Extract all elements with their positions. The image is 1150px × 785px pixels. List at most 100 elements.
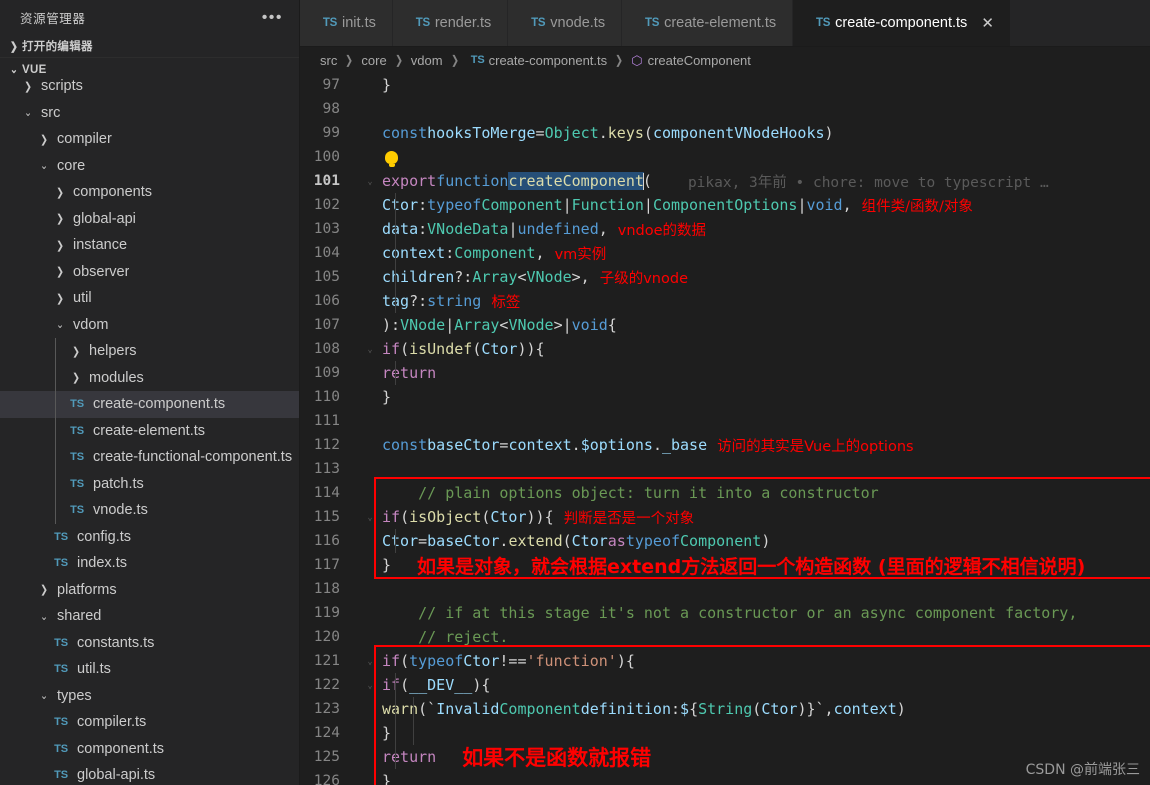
folder-item-modules[interactable]: ❯ modules xyxy=(0,365,299,392)
line-number: 120 xyxy=(313,629,340,645)
indent-guide xyxy=(395,529,396,553)
code-line-102[interactable]: 102 Ctor: typeof Component | Function | … xyxy=(300,193,1150,217)
lightbulb-icon[interactable] xyxy=(385,150,398,167)
file-item-component-ts[interactable]: TS component.ts xyxy=(0,736,299,763)
tab-create-component-ts[interactable]: TS create-component.ts ✕ xyxy=(793,0,1011,46)
typescript-file-icon: TS xyxy=(70,477,84,490)
indent-guide xyxy=(395,673,396,769)
folder-item-helpers[interactable]: ❯ helpers xyxy=(0,338,299,365)
folder-item-compiler[interactable]: ❯ compiler xyxy=(0,126,299,153)
code-line-121[interactable]: 121 ⌄ if (typeof Ctor !== 'function') { xyxy=(300,649,1150,673)
file-item-config-ts[interactable]: TS config.ts xyxy=(0,524,299,551)
code-line-110[interactable]: 110 } xyxy=(300,385,1150,409)
code-editor[interactable]: 97 } 98 99 const hooksToMerge = Object. key… xyxy=(300,73,1150,785)
fold-chevron-icon[interactable]: ⌄ xyxy=(364,656,377,667)
code-line-113[interactable]: 113 xyxy=(300,457,1150,481)
file-item-create-functional-component-ts[interactable]: TS create-functional-component.ts xyxy=(0,444,299,471)
code-line-105[interactable]: 105 children?: Array < VNode >, 子级的vnode xyxy=(300,265,1150,289)
tab-vnode-ts[interactable]: TS vnode.ts xyxy=(508,0,623,46)
file-item-compiler-ts[interactable]: TS compiler.ts xyxy=(0,709,299,736)
breadcrumb-separator-icon: ❯ xyxy=(450,53,459,67)
typescript-file-icon: TS xyxy=(54,636,68,649)
selected-symbol: createComponent xyxy=(508,172,644,190)
code-line-97[interactable]: 97 } xyxy=(300,73,1150,97)
line-number: 98 xyxy=(322,101,340,117)
folder-item-shared[interactable]: ⌄ shared xyxy=(0,603,299,630)
breadcrumb-item-createComponent[interactable]: ⬡ createComponent xyxy=(631,53,751,68)
fold-chevron-icon[interactable]: ⌄ xyxy=(364,680,377,691)
breadcrumb-item-core[interactable]: core xyxy=(361,53,386,68)
code-text: Ctor = baseCtor. extend(Ctor as typeof Co… xyxy=(382,532,771,550)
code-line-98[interactable]: 98 xyxy=(300,97,1150,121)
code-line-107[interactable]: 107 ): VNode | Array < VNode > | void { xyxy=(300,313,1150,337)
code-line-116[interactable]: 116 Ctor = baseCtor. extend(Ctor as typeo… xyxy=(300,529,1150,553)
file-item-constants-ts[interactable]: TS constants.ts xyxy=(0,630,299,657)
breadcrumb-item-src[interactable]: src xyxy=(320,53,337,68)
folder-item-vdom[interactable]: ⌄ vdom xyxy=(0,312,299,339)
code-line-120[interactable]: 120 // reject. xyxy=(300,625,1150,649)
chevron-down-icon: ⌄ xyxy=(24,107,32,120)
code-line-108[interactable]: 108 ⌄ if (isUndef(Ctor)) { xyxy=(300,337,1150,361)
code-line-125[interactable]: 125 return 如果不是函数就报错 xyxy=(300,745,1150,770)
fold-chevron-icon[interactable]: ⌄ xyxy=(364,344,377,355)
folder-item-global-api[interactable]: ❯ global-api xyxy=(0,206,299,233)
folder-item-types[interactable]: ⌄ types xyxy=(0,683,299,710)
code-line-126[interactable]: 126 } xyxy=(300,769,1150,785)
code-line-115[interactable]: 115 ⌄ if (isObject(Ctor)) {判断是否是一个对象 xyxy=(300,505,1150,529)
open-editors-label: 打开的编辑器 xyxy=(22,41,93,53)
file-item-util-ts[interactable]: TS util.ts xyxy=(0,656,299,683)
code-line-100[interactable]: 100 xyxy=(300,145,1150,169)
folder-item-src[interactable]: ⌄ src xyxy=(0,100,299,127)
file-item-create-element-ts[interactable]: TS create-element.ts xyxy=(0,418,299,445)
fold-chevron-icon[interactable]: ⌄ xyxy=(364,176,377,187)
tab-create-element-ts[interactable]: TS create-element.ts xyxy=(622,0,794,46)
file-item-patch-ts[interactable]: TS patch.ts xyxy=(0,471,299,498)
open-editors-section[interactable]: ❯ 打开的编辑器 xyxy=(0,35,299,58)
code-line-114[interactable]: 114 // plain options object: turn it int… xyxy=(300,481,1150,505)
typescript-file-icon: TS xyxy=(644,17,660,29)
code-line-122[interactable]: 122 ⌄ if (__DEV__) { xyxy=(300,673,1150,697)
csdn-watermark: CSDN @前端张三 xyxy=(1025,762,1140,778)
tab-render-ts[interactable]: TS render.ts xyxy=(392,0,509,46)
code-line-109[interactable]: 109 return xyxy=(300,361,1150,385)
folder-item-observer[interactable]: ❯ observer xyxy=(0,259,299,286)
indent-guide xyxy=(413,697,414,745)
tree-item-label: create-element.ts xyxy=(93,422,206,439)
code-line-112[interactable]: 112 const baseCtor = context. $options. _b… xyxy=(300,433,1150,457)
close-icon[interactable]: ✕ xyxy=(981,16,994,31)
code-line-123[interactable]: 123 warn (` Invalid Component definition: … xyxy=(300,697,1150,721)
chinese-annotation: 子级的vnode xyxy=(599,270,688,287)
breadcrumb-item-create-component-ts[interactable]: TS create-component.ts xyxy=(467,53,607,68)
code-text: const hooksToMerge = Object. keys(compone… xyxy=(382,124,834,142)
tab-init-ts[interactable]: TS init.ts xyxy=(300,0,393,46)
code-line-99[interactable]: 99 const hooksToMerge = Object. keys(comp… xyxy=(300,121,1150,145)
breadcrumb-item-vdom[interactable]: vdom xyxy=(411,53,443,68)
folder-item-platforms[interactable]: ❯ platforms xyxy=(0,577,299,604)
line-number: 105 xyxy=(313,269,340,285)
file-item-vnode-ts[interactable]: TS vnode.ts xyxy=(0,497,299,524)
folder-item-core[interactable]: ⌄ core xyxy=(0,153,299,180)
file-item-create-component-ts[interactable]: TS create-component.ts xyxy=(0,391,299,418)
code-line-106[interactable]: 106 tag?: string标签 xyxy=(300,289,1150,313)
code-line-118[interactable]: 118 xyxy=(300,577,1150,601)
code-line-119[interactable]: 119 // if at this stage it's not a const… xyxy=(300,601,1150,625)
code-line-104[interactable]: 104 context: Component, vm实例 xyxy=(300,241,1150,265)
fold-chevron-icon[interactable]: ⌄ xyxy=(364,512,377,523)
chevron-right-icon: ❯ xyxy=(24,80,32,93)
line-number: 99 xyxy=(322,125,340,141)
code-line-111[interactable]: 111 xyxy=(300,409,1150,433)
folder-item-scripts[interactable]: ❯ scripts xyxy=(0,73,299,100)
code-text: const baseCtor = context. $options. _base 访… xyxy=(382,436,914,455)
code-line-103[interactable]: 103 data: VNodeData | undefined, vndoe的数据 xyxy=(300,217,1150,241)
chevron-right-icon: ❯ xyxy=(40,584,48,597)
typescript-file-icon: TS xyxy=(54,716,68,729)
code-line-117[interactable]: 117 } 如果是对象，就会根据extend方法返回一个构造函数 (里面的逻辑不相… xyxy=(300,553,1150,578)
file-item-index-ts[interactable]: TS index.ts xyxy=(0,550,299,577)
file-item-global-api-ts[interactable]: TS global-api.ts xyxy=(0,762,299,785)
folder-item-components[interactable]: ❯ components xyxy=(0,179,299,206)
code-line-101[interactable]: 101 ⌄ export function createComponent(pik… xyxy=(300,169,1150,193)
ellipsis-icon[interactable]: ••• xyxy=(258,9,287,25)
folder-item-util[interactable]: ❯ util xyxy=(0,285,299,312)
indent-guide xyxy=(395,193,396,313)
folder-item-instance[interactable]: ❯ instance xyxy=(0,232,299,259)
